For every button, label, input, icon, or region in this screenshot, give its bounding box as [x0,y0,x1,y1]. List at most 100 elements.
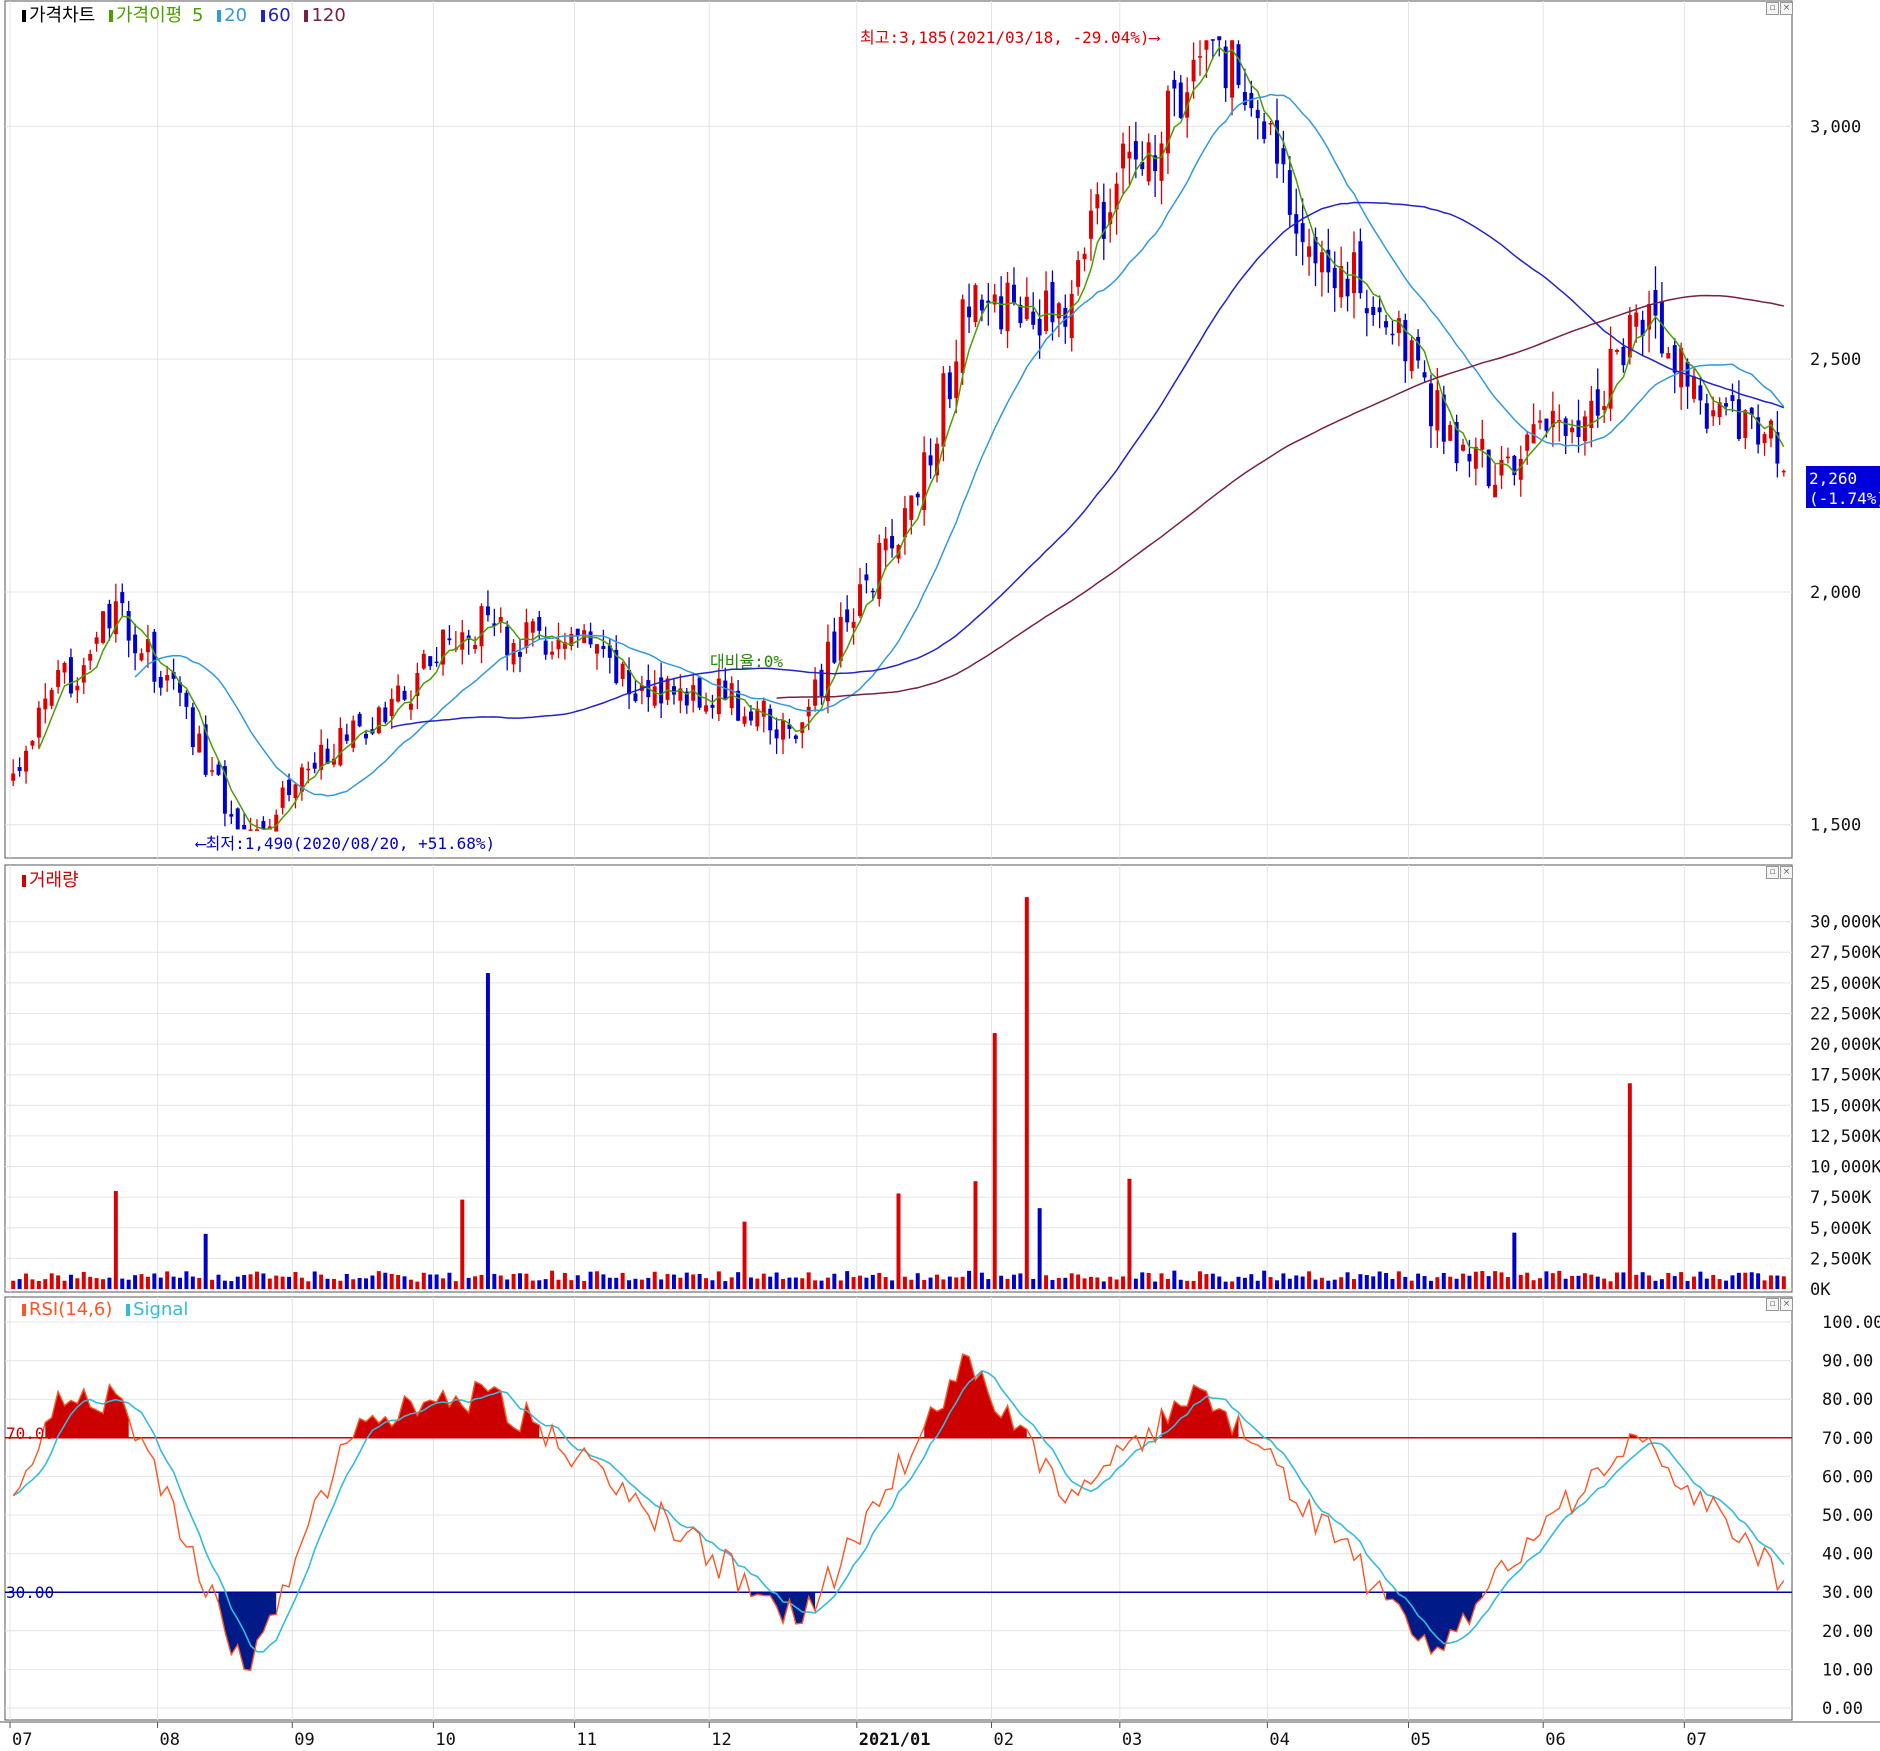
volume-bar [1538,1278,1543,1289]
candle-body [851,621,856,628]
volume-tick-label: 27,500K [1810,943,1880,963]
volume-bar [229,1281,234,1289]
volume-bar [556,1279,561,1289]
volume-bar [787,1277,792,1289]
volume-bar [620,1272,625,1289]
candle-body [601,645,606,650]
volume-bar [697,1274,702,1289]
volume-bar [1185,1280,1190,1289]
volume-bar [1088,1276,1093,1289]
rsi-panel-minimize-button[interactable]: ▫ [1766,1298,1779,1311]
volume-bar [1544,1271,1549,1289]
volume-bar [498,1275,503,1289]
candle-body [967,306,972,318]
volume-bar [1153,1281,1158,1289]
volume-bar [1615,1272,1619,1289]
candle-body [1255,109,1260,119]
volume-bar [325,1278,330,1289]
volume-bar [254,1271,259,1289]
volume-bar [1525,1272,1530,1289]
candle-body [235,808,240,830]
volume-bar [242,1275,247,1289]
volume-bar [1512,1232,1517,1289]
candle-body [1332,267,1337,289]
volume-bar [299,1277,304,1289]
volume-bar [1210,1273,1215,1289]
candle-body [537,617,542,631]
x-tick-label: 05 [1411,1730,1431,1750]
candle-body [197,733,202,753]
candle-body [94,637,99,644]
volume-bar [1743,1272,1748,1289]
candle-body [428,656,433,667]
price-tick-label: 1,500 [1810,816,1861,836]
volume-bar [1031,1278,1036,1289]
candle-body [376,707,381,734]
candle-body [434,661,439,664]
volume-bar [582,1280,587,1289]
volume-bar [1262,1270,1267,1289]
volume-bar [152,1273,157,1289]
volume-bar [216,1274,221,1289]
x-tick-label: 08 [160,1730,180,1750]
volume-bar [24,1273,29,1289]
volume-bar [941,1279,946,1289]
price-panel-minimize-button[interactable]: ▫ [1766,2,1779,15]
rsi-tick-label: 70.00 [1822,1429,1873,1449]
volume-bar [479,1274,484,1289]
volume-bar [434,1274,439,1289]
volume-bar [1114,1279,1119,1289]
volume-bar [190,1276,195,1289]
candle-body [813,679,818,706]
candle-body [1473,446,1478,469]
volume-bar [1236,1276,1241,1289]
signal-title: Signal [133,1299,189,1320]
volume-bar [126,1279,131,1289]
volume-bar [1063,1277,1068,1289]
volume-bar [986,1279,991,1289]
volume-bar [761,1273,766,1289]
price-title: 가격차트 [22,5,99,26]
volume-panel-minimize-button[interactable]: ▫ [1766,866,1779,879]
volume-bar [781,1279,786,1289]
volume-bar [1698,1271,1703,1289]
candle-body [383,707,388,723]
candle-body [1461,444,1466,451]
candle-body [1044,290,1049,332]
candle-body [1095,194,1100,209]
volume-bar [466,1277,471,1289]
volume-bar [49,1273,54,1289]
candle-body [1351,252,1356,294]
volume-bar [1165,1278,1170,1289]
candle-body [1191,59,1196,82]
volume-panel-close-button[interactable]: × [1780,866,1793,879]
candle-body [325,748,330,764]
candle-body [312,762,317,769]
volume-bar [1326,1280,1331,1289]
candle-body [1230,40,1235,98]
stock-chart: 3,000 2,500 2,000 1,500 30,000K 27,500K 25,000… [0,0,1880,1750]
volume-bar [1159,1273,1164,1289]
price-panel-close-button[interactable]: × [1780,2,1793,15]
volume-bar [607,1277,612,1289]
volume-bar [402,1276,407,1289]
volume-bar [428,1274,433,1289]
volume-bar [1582,1273,1587,1289]
rsi-panel-close-button[interactable]: × [1780,1298,1793,1311]
volume-bar [736,1272,741,1289]
candle-body [1384,321,1389,328]
volume-bar [1768,1275,1773,1289]
x-tick-label: 09 [294,1730,314,1750]
candle-body [17,767,22,771]
volume-bar [979,1272,984,1289]
volume-bar [992,1033,997,1289]
volume-bar [537,1280,542,1289]
candle-body [620,663,625,679]
volume-bar [915,1273,920,1289]
candle-body [101,611,106,643]
volume-bar [518,1273,522,1289]
volume-bar [877,1272,882,1289]
rsi-tick-label: 50.00 [1822,1506,1873,1526]
volume-bar [530,1280,535,1289]
rsi-tick-label: 100.00 [1822,1313,1880,1333]
